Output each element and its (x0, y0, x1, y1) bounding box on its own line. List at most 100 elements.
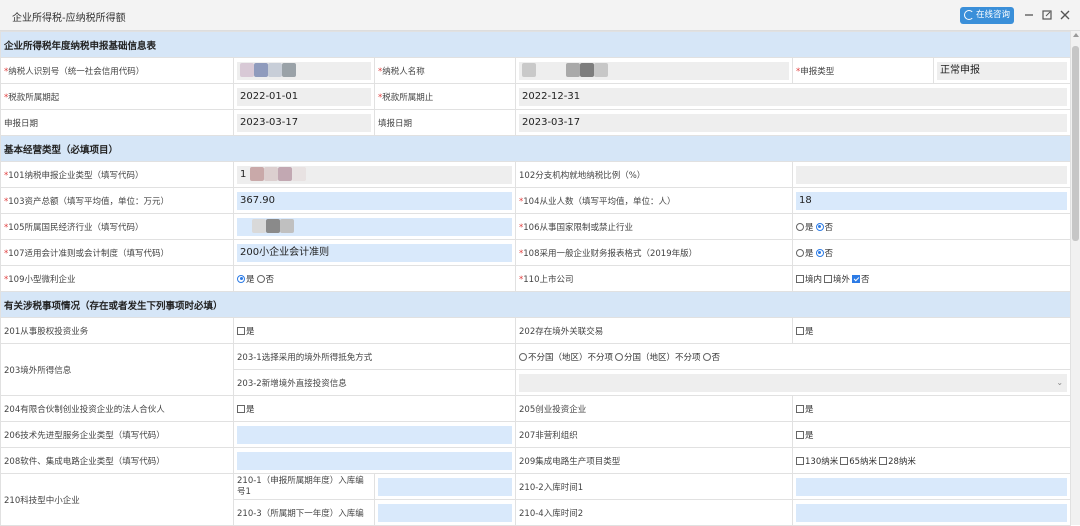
field-label: 206技术先进型服务企业类型（填写代码） (0, 421, 234, 448)
section-title: 有关涉税事项情况（存在或者发生下列事项时必填） (0, 291, 1072, 318)
period-end-field[interactable]: 2022-12-31 (514, 83, 1072, 110)
form-row: *109小型微利企业 是否 *110上市公司 境内 境外否 (0, 265, 1072, 292)
listed-company-checkboxes[interactable]: 境内 境外否 (791, 265, 1072, 292)
radio-no[interactable] (815, 222, 824, 231)
window-titlebar: 企业所得税-应纳税所得额 在线咨询 (0, 0, 1080, 31)
field-label: *105所属国民经济行业（填写代码） (0, 213, 234, 240)
radio-no[interactable] (815, 248, 824, 257)
inventory-time-2-field[interactable] (791, 499, 1072, 526)
field-label: *104从业人数（填写平均值，单位：人） (515, 187, 793, 214)
nonprofit-checkbox[interactable]: 是 (791, 421, 1072, 448)
venture-investment-checkbox[interactable]: 是 (791, 395, 1072, 422)
form-row: *纳税人识别号（统一社会信用代码） *纳税人名称 *申报类型 正常申报 (0, 57, 1072, 84)
field-label: 申报日期 (0, 109, 234, 136)
field-label: 209集成电路生产项目类型 (515, 447, 793, 474)
field-label: 210-2入库时间1 (515, 473, 793, 500)
software-ic-field[interactable] (233, 447, 516, 474)
field-label: 210科技型中小企业 (0, 473, 234, 526)
field-label: *纳税人名称 (374, 57, 516, 84)
field-label: *107适用会计准则或会计制度（填写代码） (0, 239, 234, 266)
small-micro-radio[interactable]: 是否 (233, 265, 516, 292)
field-label: *税款所属期止 (374, 83, 516, 110)
online-consult-button[interactable]: 在线咨询 (960, 7, 1014, 24)
scrollbar-thumb[interactable] (1072, 46, 1079, 241)
field-label: 203境外所得信息 (0, 343, 234, 396)
checkbox-overseas[interactable] (824, 274, 833, 283)
radio-yes[interactable] (796, 248, 804, 257)
equity-investment-checkbox[interactable]: 是 (233, 317, 516, 344)
field-label: *税款所属期起 (0, 83, 234, 110)
overseas-investment-select[interactable]: ⌄ (514, 369, 1072, 396)
field-label: 202存在境外关联交易 (515, 317, 793, 344)
form-row: 201从事股权投资业务 是 202存在境外关联交易 是 (0, 317, 1072, 344)
period-start-field[interactable]: 2022-01-01 (233, 83, 375, 110)
form-row: 203境外所得信息 203-1选择采用的境外所得抵免方式 不分国（地区）不分项分… (0, 343, 1072, 396)
checkbox-domestic[interactable] (796, 274, 804, 283)
radio-yes[interactable] (237, 274, 245, 283)
section-title: 企业所得税年度纳税申报基础信息表 (0, 31, 1072, 58)
overseas-related-checkbox[interactable]: 是 (791, 317, 1072, 344)
declare-date-field[interactable]: 2023-03-17 (233, 109, 375, 136)
field-label: 填报日期 (374, 109, 516, 136)
section-title: 基本经营类型（必填项目） (0, 135, 1072, 162)
field-label: *101纳税申报企业类型（填写代码） (0, 161, 234, 188)
declaration-form: 企业所得税年度纳税申报基础信息表 *纳税人识别号（统一社会信用代码） *纳税人名… (0, 31, 1072, 526)
field-label: *纳税人识别号（统一社会信用代码） (0, 57, 234, 84)
section-header-business-type: 基本经营类型（必填项目） (0, 135, 1072, 162)
field-label: 208软件、集成电路企业类型（填写代码） (0, 447, 234, 474)
declare-type-field[interactable]: 正常申报 (932, 57, 1072, 84)
form-row: *103资产总额（填写平均值，单位：万元） 367.90 *104从业人数（填写… (0, 187, 1072, 214)
inventory-number-2-field[interactable] (374, 499, 516, 526)
field-label: 207非营利组织 (515, 421, 793, 448)
fill-date-field[interactable]: 2023-03-17 (514, 109, 1072, 136)
minimize-icon[interactable] (1022, 8, 1036, 22)
radio-yes[interactable] (796, 222, 804, 231)
form-row: 208软件、集成电路企业类型（填写代码） 209集成电路生产项目类型 130纳米… (0, 447, 1072, 474)
branch-ratio-field[interactable] (791, 161, 1072, 188)
field-label: *109小型微利企业 (0, 265, 234, 292)
chevron-down-icon: ⌄ (1056, 377, 1064, 387)
inventory-time-1-field[interactable] (791, 473, 1072, 500)
ic-project-checkboxes[interactable]: 130纳米 65纳米 28纳米 (791, 447, 1072, 474)
restricted-industry-radio[interactable]: 是否 (791, 213, 1072, 240)
close-icon[interactable] (1058, 8, 1072, 22)
checkbox-no[interactable] (852, 274, 861, 283)
total-assets-field[interactable]: 367.90 (233, 187, 516, 214)
maximize-icon[interactable] (1040, 8, 1054, 22)
advanced-service-field[interactable] (233, 421, 516, 448)
section-header-basic-info: 企业所得税年度纳税申报基础信息表 (0, 31, 1072, 58)
field-label: *106从事国家限制或禁止行业 (515, 213, 793, 240)
form-row: 206技术先进型服务企业类型（填写代码） 207非营利组织 是 (0, 421, 1072, 448)
radio-no[interactable] (256, 274, 265, 283)
lp-partner-checkbox[interactable]: 是 (233, 395, 516, 422)
accounting-standard-field[interactable]: 200小企业会计准则 (233, 239, 516, 266)
section-header-tax-items: 有关涉税事项情况（存在或者发生下列事项时必填） (0, 291, 1072, 318)
field-label: 201从事股权投资业务 (0, 317, 234, 344)
field-label: 102分支机构就地纳税比例（%） (515, 161, 793, 188)
headset-icon (964, 10, 974, 20)
taxpayer-id-field[interactable] (233, 57, 375, 84)
scroll-up-arrow-icon[interactable] (1073, 33, 1079, 37)
form-row: 204有限合伙制创业投资企业的法人合伙人 是 205创业投资企业 是 (0, 395, 1072, 422)
field-label: *103资产总额（填写平均值，单位：万元） (0, 187, 234, 214)
field-label: *110上市公司 (515, 265, 793, 292)
field-label: 203-1选择采用的境外所得抵免方式 (233, 343, 516, 370)
field-label: *申报类型 (792, 57, 934, 84)
form-row: 210科技型中小企业 210-1（申报所属期年度）入库编 号1 210-2入库时间… (0, 473, 1072, 526)
enterprise-type-field[interactable]: 1 (233, 161, 516, 188)
form-row: *101纳税申报企业类型（填写代码） 1 102分支机构就地纳税比例（%） (0, 161, 1072, 188)
industry-field[interactable] (233, 213, 516, 240)
employee-count-field[interactable]: 18 (791, 187, 1072, 214)
form-row: *107适用会计准则或会计制度（填写代码） 200小企业会计准则 *108采用一… (0, 239, 1072, 266)
report-format-radio[interactable]: 是否 (791, 239, 1072, 266)
form-row: 申报日期 2023-03-17 填报日期 2023-03-17 (0, 109, 1072, 136)
field-label: *108采用一般企业财务报表格式（2019年版） (515, 239, 793, 266)
field-label: 210-4入库时间2 (515, 499, 793, 526)
field-label: 210-1（申报所属期年度）入库编 号1 (233, 473, 375, 500)
overseas-credit-radio[interactable]: 不分国（地区）不分项 分国（地区）不分项否 (514, 343, 1072, 370)
window-title: 企业所得税-应纳税所得额 (12, 13, 126, 24)
field-label: 204有限合伙制创业投资企业的法人合伙人 (0, 395, 234, 422)
taxpayer-name-field[interactable] (515, 57, 793, 84)
inventory-number-1-field[interactable] (374, 473, 516, 500)
online-consult-label: 在线咨询 (976, 10, 1011, 20)
